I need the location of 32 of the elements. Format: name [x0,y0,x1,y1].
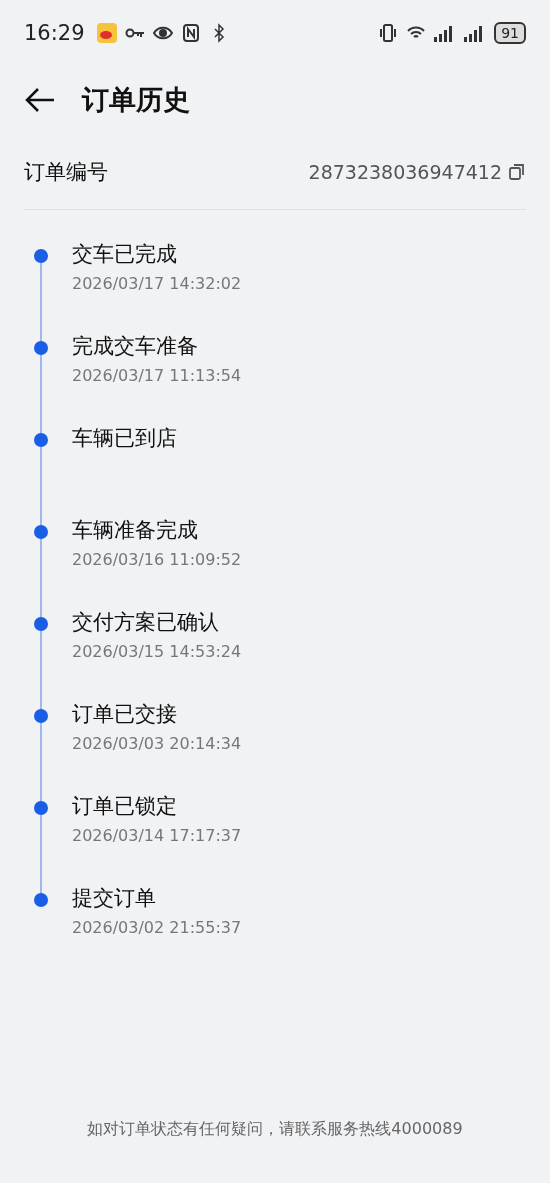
status-title: 车辆准备完成 [72,517,199,544]
hotline-note: 如对订单状态有任何疑问，请联系服务热线4000089 [87,1119,463,1140]
status-date-time: 2026/03/16 11:09:52 [72,550,242,569]
timeline-dot [34,893,48,907]
status-title: 交车已完成 [72,241,178,268]
status-date-time: 2026/03/17 11:13:54 [72,366,242,385]
status-date-time: 2026/03/14 17:17:37 [72,826,242,845]
timeline-dot [34,341,48,355]
status-date-time: 2026/03/03 20:14:34 [72,734,242,753]
timeline-dot [34,801,48,815]
status-title: 提交订单 [72,885,157,912]
status-title: 车辆已到店 [72,425,177,452]
status-title: 订单已锁定 [72,793,178,820]
battery-level: 91 [494,22,526,44]
vibrate-icon [378,23,399,43]
nfc-icon [180,23,201,43]
page-title: 订单历史 [82,83,190,117]
status-date-time: 2026/03/15 14:53:24 [72,642,242,661]
timeline-dot [34,433,48,447]
order-number-label: 订单编号 [24,158,109,186]
timeline-dot [34,709,48,723]
status-title: 交付方案已确认 [72,609,220,636]
status-date-time: 2026/03/02 21:55:37 [72,918,242,937]
timeline-dot [34,617,48,631]
timeline-dot [34,249,48,263]
status-title: 订单已交接 [72,701,178,728]
status-title: 完成交车准备 [72,333,199,360]
back-button[interactable] [24,86,56,114]
timeline-dot [34,525,48,539]
status-date-time: 2026/03/17 14:32:02 [72,274,242,293]
order-number: 2873238036947412 [308,160,502,183]
status-time: 16:29 [24,21,85,45]
